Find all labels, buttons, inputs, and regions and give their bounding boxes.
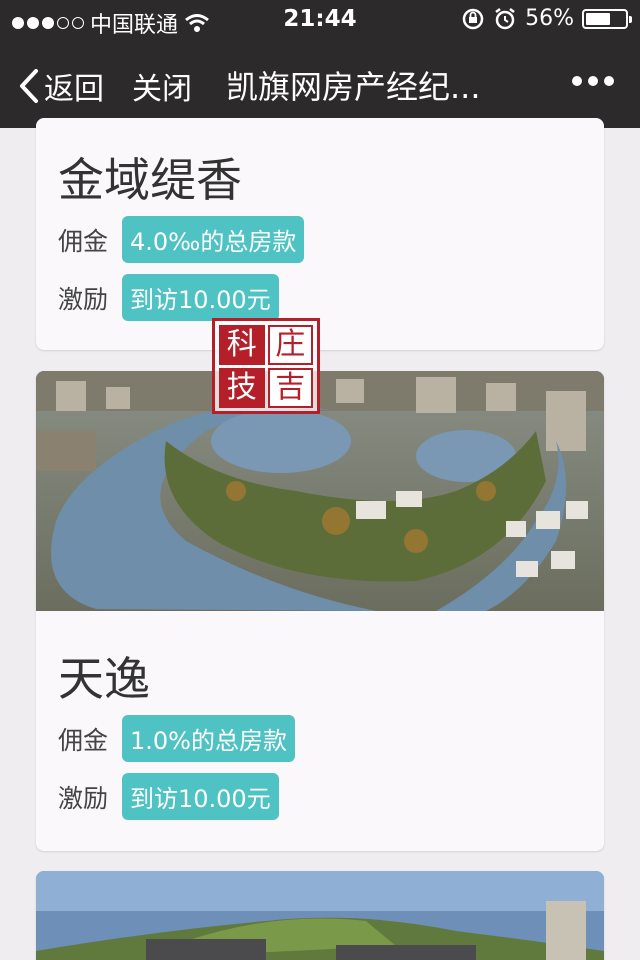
incentive-row: 激励 到访10.00元 — [58, 773, 279, 820]
nav-bar: 返回 关闭 凯旗网房产经纪... — [0, 40, 640, 128]
listing-photo — [36, 871, 604, 960]
incentive-tag: 到访10.00元 — [122, 773, 279, 820]
commission-label: 佣金 — [58, 226, 109, 256]
listing-card[interactable]: 天逸 佣金 1.0%的总房款 激励 到访10.00元 — [36, 371, 604, 851]
back-label: 返回 — [44, 72, 104, 107]
back-button[interactable]: 返回 — [18, 64, 104, 108]
incentive-label: 激励 — [58, 284, 109, 314]
commission-row: 佣金 1.0%的总房款 — [58, 715, 295, 762]
listing-photo — [36, 371, 604, 611]
watermark-stamp: 科 庄 技 吉 — [212, 318, 320, 414]
battery-percent: 56% — [525, 6, 574, 31]
incentive-tag: 到访10.00元 — [122, 274, 279, 321]
listing-card[interactable] — [36, 871, 604, 960]
incentive-row: 激励 到访10.00元 — [58, 274, 279, 321]
rotation-lock-icon — [462, 8, 484, 29]
commission-tag: 4.0‰的总房款 — [122, 216, 305, 263]
status-bar: 中国联通 21:44 56% — [0, 0, 640, 40]
close-button[interactable]: 关闭 — [132, 64, 192, 108]
chevron-left-icon — [20, 69, 38, 103]
commission-tag: 1.0%的总房款 — [122, 715, 295, 762]
incentive-label: 激励 — [58, 783, 109, 813]
alarm-icon — [495, 7, 515, 29]
listing-name: 金域缇香 — [58, 153, 242, 207]
commission-label: 佣金 — [58, 725, 109, 755]
listing-name: 天逸 — [58, 652, 150, 706]
page-title: 凯旗网房产经纪... — [226, 68, 481, 106]
battery-icon — [582, 8, 632, 29]
commission-row: 佣金 4.0‰的总房款 — [58, 216, 305, 263]
listing-card[interactable]: 金域缇香 佣金 4.0‰的总房款 激励 到访10.00元 — [36, 118, 604, 350]
more-options-icon[interactable] — [572, 76, 614, 86]
